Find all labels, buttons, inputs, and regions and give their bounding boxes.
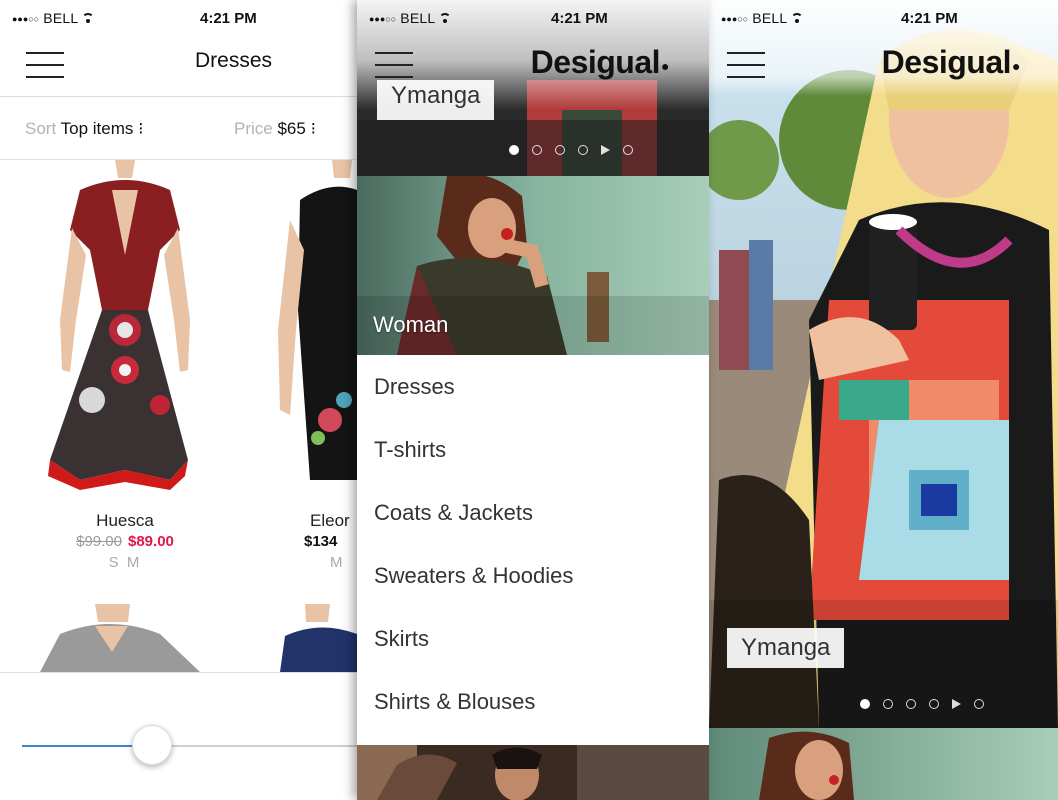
sort-chevron-icon: ⁝ <box>133 119 144 138</box>
product-name: Eleor <box>310 511 350 530</box>
sort-selector[interactable]: Sort Top items ⁝ <box>25 119 144 139</box>
menu-icon[interactable] <box>727 52 765 80</box>
brand-name: Desigual <box>530 44 661 80</box>
menu-item-sweaters-hoodies[interactable]: Sweaters & Hoodies <box>357 544 709 607</box>
section-label: Woman <box>373 312 449 337</box>
banner-tag[interactable]: Ymanga <box>727 628 845 668</box>
price-slider[interactable] <box>22 745 357 747</box>
carousel-dot[interactable] <box>974 699 984 709</box>
woman-section-banner[interactable]: Woman <box>357 176 709 355</box>
carousel-dot[interactable] <box>623 145 633 155</box>
product-name: Huesca <box>96 511 154 530</box>
product-sizes: M <box>330 554 345 571</box>
banner-tag[interactable]: Ymanga <box>377 80 495 120</box>
carousel-dot[interactable] <box>578 145 588 155</box>
menu-item-shirts-blouses[interactable]: Shirts & Blouses <box>357 670 709 733</box>
sale-price: $89.00 <box>128 533 174 550</box>
carousel-dot[interactable] <box>906 699 916 709</box>
product-image <box>270 160 357 500</box>
product-image <box>20 160 230 500</box>
filter-bar: Sort Top items ⁝ Price $65 ⁝ <box>0 97 357 160</box>
sort-value: Top items <box>60 119 134 138</box>
price-slider-panel <box>0 672 357 800</box>
menu-screen: ●●●○○ BELL 4:21 PM Desigual● Ymanga Woma… <box>357 0 709 800</box>
price-value: $65 <box>277 119 306 138</box>
status-bar: ●●●○○ BELL 4:21 PM <box>709 0 1058 34</box>
carousel-dot[interactable] <box>555 145 565 155</box>
home-screen: ●●●○○ BELL 4:21 PM Desigual● Ymanga <box>709 0 1058 800</box>
carrier: ●●●○○ BELL <box>369 10 452 26</box>
status-time: 4:21 PM <box>551 10 608 27</box>
menu-item-tshirts[interactable]: T-shirts <box>357 418 709 481</box>
hero-image[interactable] <box>709 0 1058 728</box>
product-card[interactable]: Eleor $134 M <box>270 160 357 571</box>
category-menu: Dresses T-shirts Coats & Jackets Sweater… <box>357 355 709 733</box>
carousel-dot[interactable] <box>532 145 542 155</box>
carrier-name: BELL <box>752 10 788 26</box>
wifi-icon <box>791 13 804 23</box>
page-title: Dresses <box>194 49 273 72</box>
product-card[interactable]: Huesca $99.00 $89.00 S M <box>20 160 230 571</box>
navbar: Desigual● <box>709 34 1058 96</box>
woman-banner-image[interactable] <box>709 728 1058 800</box>
price-selector[interactable]: Price $65 ⁝ <box>234 119 316 139</box>
carrier-name: BELL <box>400 10 436 26</box>
price-label: Price <box>234 119 273 138</box>
brand-name: Desigual <box>881 44 1012 80</box>
status-bar: ●●●○○ BELL 4:21 PM <box>0 0 357 34</box>
carousel-play-icon[interactable] <box>952 699 961 709</box>
slider-thumb[interactable] <box>132 725 172 765</box>
navbar: Dresses <box>0 34 357 97</box>
carousel-indicator <box>509 145 633 155</box>
brand-logo: Desigual● <box>530 44 670 80</box>
wifi-icon <box>82 13 95 23</box>
carrier: ●●●○○ BELL <box>12 10 95 26</box>
status-time: 4:21 PM <box>200 10 257 27</box>
carrier: ●●●○○ BELL <box>721 10 804 26</box>
price-chevron-icon: ⁝ <box>305 119 316 138</box>
old-price: $99.00 <box>76 533 122 550</box>
status-bar: ●●●○○ BELL 4:21 PM <box>357 0 709 34</box>
dresses-screen: ●●●○○ BELL 4:21 PM Dresses Sort Top item… <box>0 0 357 800</box>
menu-item-dresses[interactable]: Dresses <box>357 355 709 418</box>
carousel-dot[interactable] <box>929 699 939 709</box>
wifi-icon <box>439 13 452 23</box>
product-price: $134 <box>304 533 338 550</box>
product-row-preview <box>0 604 357 672</box>
carousel-dot[interactable] <box>509 145 519 155</box>
brand-logo: Desigual● <box>881 44 1021 80</box>
carousel-dot[interactable] <box>860 699 870 709</box>
carousel-play-icon[interactable] <box>601 145 610 155</box>
product-sizes: S M <box>108 554 142 571</box>
menu-item-coats-jackets[interactable]: Coats & Jackets <box>357 481 709 544</box>
carousel-dot[interactable] <box>883 699 893 709</box>
man-banner-image <box>357 745 709 800</box>
status-time: 4:21 PM <box>901 10 958 27</box>
carousel-indicator <box>860 699 984 709</box>
product-price: $99.00 $89.00 <box>20 533 230 550</box>
menu-icon[interactable] <box>375 52 413 80</box>
carrier-name: BELL <box>43 10 79 26</box>
sort-label: Sort <box>25 119 57 138</box>
menu-item-skirts[interactable]: Skirts <box>357 607 709 670</box>
